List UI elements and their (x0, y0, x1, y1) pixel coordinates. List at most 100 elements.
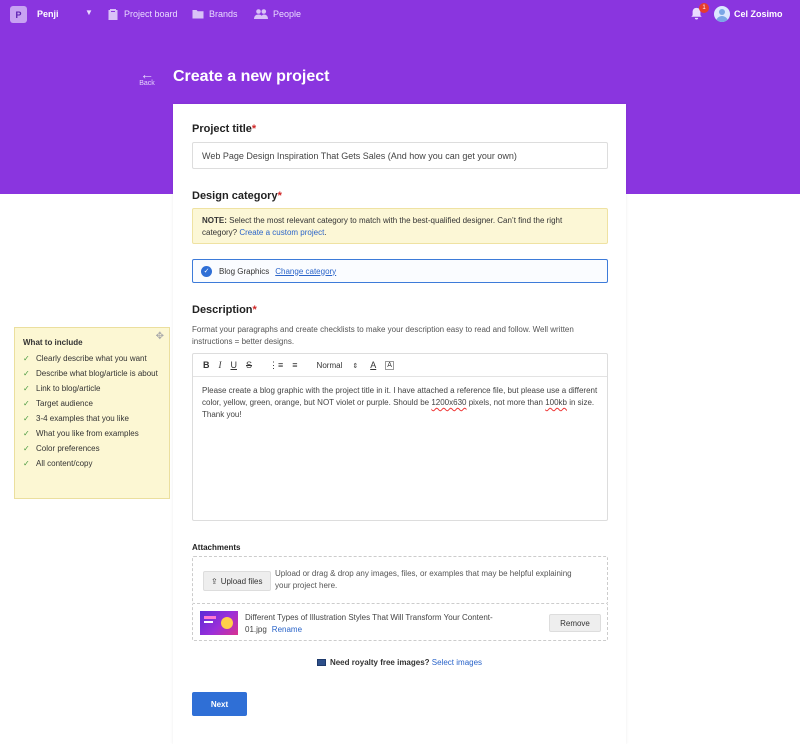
tip-text: What you like from examples (36, 429, 139, 438)
user-name[interactable]: Cel Zosimo (734, 9, 783, 19)
check-icon: ✓ (23, 399, 30, 408)
nav-item-label: Brands (209, 9, 238, 19)
list-item: ✓ Target audience (23, 398, 161, 409)
check-icon: ✓ (23, 369, 30, 378)
description-part: pixels, not more than (466, 398, 546, 407)
design-category-label-text: Design category (192, 190, 278, 202)
next-button[interactable]: Next (192, 692, 247, 716)
editor-toolbar: B I U S ⋮≡ ≡ Normal ⇕ A A (193, 354, 607, 377)
attachment-row: Different Types of Illustration Styles T… (192, 604, 608, 641)
upload-files-button[interactable]: ⇪ Upload files (203, 571, 271, 591)
select-images-link[interactable]: Select images (432, 658, 482, 667)
attachment-file-name: Different Types of Illustration Styles T… (245, 612, 540, 636)
tip-text: Describe what blog/article is about (36, 369, 158, 378)
selected-category-name: Blog Graphics (219, 266, 270, 276)
tip-text: 3-4 examples that you like (36, 414, 129, 423)
project-title-input[interactable]: Web Page Design Inspiration That Gets Sa… (192, 142, 608, 169)
check-icon: ✓ (23, 414, 30, 423)
remove-attachment-button[interactable]: Remove (549, 614, 601, 632)
format-select-value: Normal (316, 360, 343, 370)
selected-category: ✓ Blog Graphics Change category (192, 259, 608, 283)
underline-button[interactable]: U (231, 360, 238, 370)
text-color-icon[interactable]: A (370, 360, 376, 370)
workspace-name[interactable]: Penji (37, 9, 59, 19)
check-circle-icon: ✓ (201, 265, 212, 277)
project-title-label-text: Project title (192, 123, 252, 135)
design-category-label: Design category* (192, 190, 282, 202)
category-note: NOTE: Select the most relevant category … (192, 208, 608, 244)
required-marker: * (251, 123, 257, 135)
description-text[interactable]: Please create a blog graphic with the pr… (193, 377, 607, 429)
tip-text: Color preferences (36, 444, 100, 453)
background-color-icon[interactable]: A (385, 360, 394, 370)
italic-button[interactable]: I (219, 360, 222, 370)
list-item: ✓ Describe what blog/article is about (23, 368, 161, 379)
workspace-badge[interactable]: P (10, 6, 27, 23)
list-item: ✓ All content/copy (23, 458, 161, 469)
move-icon[interactable]: ✥ (156, 331, 164, 342)
nav-people[interactable]: People (254, 8, 301, 20)
free-images-text: Need royalty free images? (329, 658, 430, 667)
chevron-down-icon[interactable]: ▼ (85, 8, 93, 17)
description-helper: Format your paragraphs and create checkl… (192, 325, 574, 346)
strikethrough-button[interactable]: S (246, 360, 252, 370)
rename-link[interactable]: Rename (272, 625, 302, 634)
page-title: Create a new project (173, 68, 330, 85)
description-editor[interactable]: B I U S ⋮≡ ≡ Normal ⇕ A A Please create a… (192, 353, 608, 521)
back-label: Back (139, 80, 155, 87)
image-icon (316, 659, 326, 666)
nav-item-label: People (273, 9, 302, 19)
tips-title: What to include (23, 338, 83, 347)
bullet-list-icon[interactable]: ≡ (292, 360, 297, 370)
upload-dropzone[interactable]: ⇪ Upload files Upload or drag & drop any… (192, 556, 608, 604)
avatar-body (716, 16, 728, 22)
format-select[interactable]: Normal ⇕ (317, 361, 359, 370)
list-item: ✓ What you like from examples (23, 428, 161, 439)
notifications-button[interactable]: 1 (690, 3, 709, 22)
list-item: ✓ 3-4 examples that you like (23, 413, 161, 424)
note-suffix: . (324, 228, 327, 237)
tip-text: All content/copy (36, 459, 93, 468)
check-icon: ✓ (23, 354, 30, 363)
nav-project-board[interactable]: Project board (107, 8, 178, 20)
upload-files-label: Upload files (220, 576, 263, 586)
tip-text: Clearly describe what you want (36, 354, 147, 363)
project-form-card: Project title* Web Page Design Inspirati… (173, 104, 626, 744)
check-icon: ✓ (23, 459, 30, 468)
notification-count-badge: 1 (699, 3, 709, 13)
description-label: Description* (192, 304, 257, 316)
note-prefix: NOTE: (202, 216, 227, 225)
change-category-link[interactable]: Change category (275, 267, 336, 276)
avatar[interactable] (714, 6, 730, 22)
nav-item-label: Project board (124, 9, 178, 19)
folder-icon (192, 10, 204, 19)
check-icon: ✓ (23, 384, 30, 393)
arrow-left-icon: ← (140, 66, 154, 82)
required-marker: * (277, 190, 282, 202)
list-item: ✓ Color preferences (23, 443, 161, 454)
spellcheck-word: 1200x630 (431, 398, 467, 407)
attachment-thumbnail (200, 611, 238, 635)
nav-brands[interactable]: Brands (192, 8, 238, 20)
avatar-head (719, 9, 725, 15)
bold-button[interactable]: B (203, 360, 210, 370)
project-title-label: Project title* (192, 123, 256, 135)
spellcheck-word: 100kb (545, 398, 567, 407)
clipboard-icon (108, 9, 118, 20)
people-icon (254, 9, 268, 19)
check-icon: ✓ (23, 429, 30, 438)
top-navigation: P Penji ▼ Project board Brands People 1 … (0, 0, 800, 30)
create-custom-project-link[interactable]: Create a custom project (239, 228, 324, 237)
tips-list: ✓ Clearly describe what you want ✓ Describ… (23, 353, 161, 469)
what-to-include-panel: ✥ What to include ✓ Clearly describe what… (14, 327, 170, 499)
ordered-list-icon[interactable]: ⋮≡ (269, 360, 283, 371)
check-icon: ✓ (23, 444, 30, 453)
description-label-text: Description (192, 304, 253, 316)
tip-text: Target audience (36, 399, 93, 408)
upload-hint: Upload or drag & drop any images, files,… (275, 569, 572, 590)
list-item: ✓ Clearly describe what you want (23, 353, 161, 364)
attachments-label: Attachments (192, 543, 241, 552)
back-button[interactable]: ← Back (136, 66, 158, 87)
upload-icon: ⇪ (211, 576, 218, 586)
required-marker: * (252, 304, 257, 316)
